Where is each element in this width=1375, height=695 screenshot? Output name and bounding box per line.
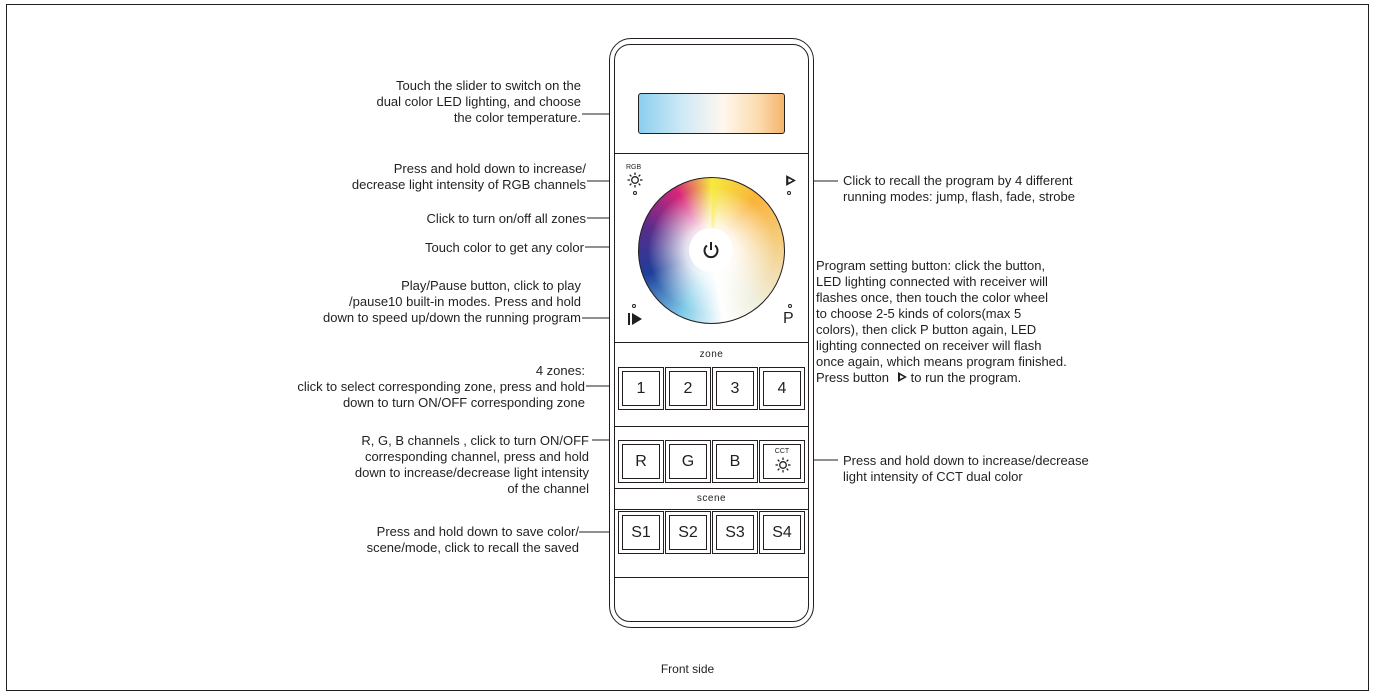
- program-run-icon: [897, 372, 907, 382]
- annotation-slider: Touch the slider to switch on the dual c…: [376, 78, 581, 125]
- program-setting-button[interactable]: P: [783, 310, 794, 328]
- power-icon: [703, 242, 719, 259]
- annotation-cct: Press and hold down to increase/decrease…: [843, 453, 1089, 484]
- annotation-rgb-channels: R, G, B channels , click to turn ON/OFF …: [354, 433, 589, 496]
- scene-4-button[interactable]: S4: [759, 511, 805, 554]
- annotation-play-pause: Play/Pause button, click to play /pause1…: [322, 278, 581, 325]
- cct-label: CCT: [774, 448, 790, 455]
- cct-sun-icon: [775, 457, 791, 473]
- indicator-dot: [788, 304, 792, 308]
- red-channel-button[interactable]: R: [618, 440, 664, 483]
- divider: [614, 426, 809, 428]
- divider: [614, 577, 809, 579]
- scene-3-button[interactable]: S3: [712, 511, 758, 554]
- zone-1-button[interactable]: 1: [618, 367, 664, 410]
- rgb-brightness-sun-icon[interactable]: [627, 172, 643, 188]
- annotation-rgb-brightness: Press and hold down to increase/ decreas…: [351, 161, 586, 192]
- zone-3-button[interactable]: 3: [712, 367, 758, 410]
- annotation-program-recall: Click to recall the program by 4 differe…: [843, 173, 1075, 204]
- zone-2-button[interactable]: 2: [665, 367, 711, 410]
- annotation-power: Click to turn on/off all zones: [426, 211, 586, 226]
- rgb-label: RGB: [626, 164, 642, 171]
- scene-label: scene: [696, 493, 727, 504]
- zone-label: zone: [699, 349, 724, 360]
- green-channel-button[interactable]: G: [665, 440, 711, 483]
- power-button[interactable]: [689, 228, 733, 272]
- cct-brightness-button[interactable]: CCT: [759, 440, 805, 483]
- color-temperature-slider[interactable]: [638, 93, 785, 134]
- annotation-program-setting: Program setting button: click the button…: [816, 258, 1067, 385]
- scene-2-button[interactable]: S2: [665, 511, 711, 554]
- caption: Front side: [660, 662, 715, 676]
- zone-4-button[interactable]: 4: [759, 367, 805, 410]
- indicator-dot: [632, 304, 636, 308]
- indicator-dot: [787, 191, 791, 195]
- annotation-scenes: Press and hold down to save color/ scene…: [366, 524, 579, 555]
- play-pause-icon[interactable]: [627, 312, 643, 326]
- indicator-dot: [633, 191, 637, 195]
- scene-1-button[interactable]: S1: [618, 511, 664, 554]
- annotation-zones: 4 zones: click to select corresponding z…: [297, 363, 585, 410]
- program-recall-icon[interactable]: [784, 174, 797, 187]
- blue-channel-button[interactable]: B: [712, 440, 758, 483]
- annotation-wheel: Touch color to get any color: [425, 240, 584, 255]
